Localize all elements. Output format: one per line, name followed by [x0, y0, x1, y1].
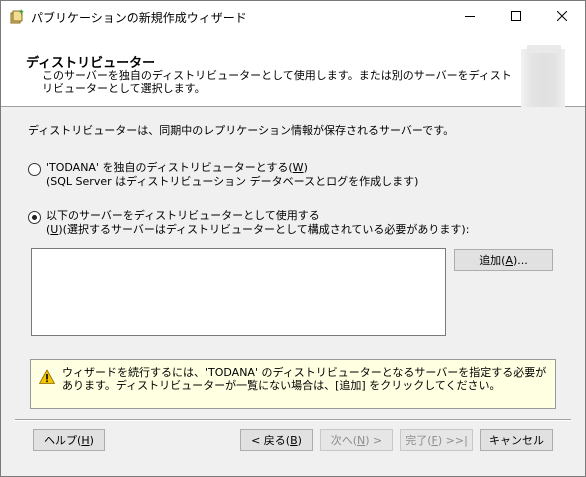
- title-bar[interactable]: パブリケーションの新規作成ウィザード: [1, 1, 585, 31]
- distributor-server-list[interactable]: [31, 248, 446, 336]
- use-server-note: (U)(選択するサーバーはディストリビューターとして構成されている必要があります…: [46, 223, 470, 236]
- wizard-window: パブリケーションの新規作成ウィザード ディストリビューター このサーバーを独自の…: [0, 0, 586, 477]
- close-button[interactable]: [539, 1, 585, 31]
- window-title: パブリケーションの新規作成ウィザード: [31, 11, 247, 25]
- maximize-button[interactable]: [493, 1, 539, 31]
- wizard-app-icon: [9, 8, 25, 24]
- cancel-button[interactable]: キャンセル: [480, 429, 553, 451]
- minimize-button[interactable]: [447, 1, 493, 31]
- finish-button[interactable]: 完了(F) >>|: [400, 429, 473, 451]
- distributor-intro-text: ディストリビューターは、同期中のレプリケーション情報が保存されるサーバーです。: [28, 124, 455, 137]
- back-button[interactable]: < 戻る(B): [240, 429, 313, 451]
- close-icon: [557, 11, 567, 21]
- wizard-banner-graphic: [513, 45, 571, 107]
- warning-text: ウィザードを続行するには、'TODANA' のディストリビューターとなるサーバー…: [62, 366, 547, 392]
- footer-divider-highlight: [15, 420, 571, 421]
- warning-message-box: ウィザードを続行するには、'TODANA' のディストリビューターとなるサーバー…: [30, 359, 556, 409]
- page-description: このサーバーを独自のディストリビューターとして使用します。または別のサーバーをデ…: [42, 69, 512, 95]
- own-distributor-note: (SQL Server はディストリビューション データベースとログを作成します…: [46, 175, 419, 188]
- own-distributor-radio[interactable]: [28, 163, 41, 176]
- minimize-icon: [465, 16, 475, 17]
- warning-icon: [38, 369, 56, 385]
- use-server-label[interactable]: 以下のサーバーをディストリビューターとして使用する: [46, 209, 320, 222]
- own-distributor-label[interactable]: 'TODANA' を独自のディストリビューターとする(W): [46, 161, 308, 174]
- use-server-radio[interactable]: [28, 211, 41, 224]
- next-button[interactable]: 次へ(N) >: [320, 429, 393, 451]
- maximize-icon: [511, 11, 521, 21]
- add-server-button[interactable]: 追加(A)...: [454, 249, 553, 271]
- help-button[interactable]: ヘルプ(H): [33, 429, 105, 451]
